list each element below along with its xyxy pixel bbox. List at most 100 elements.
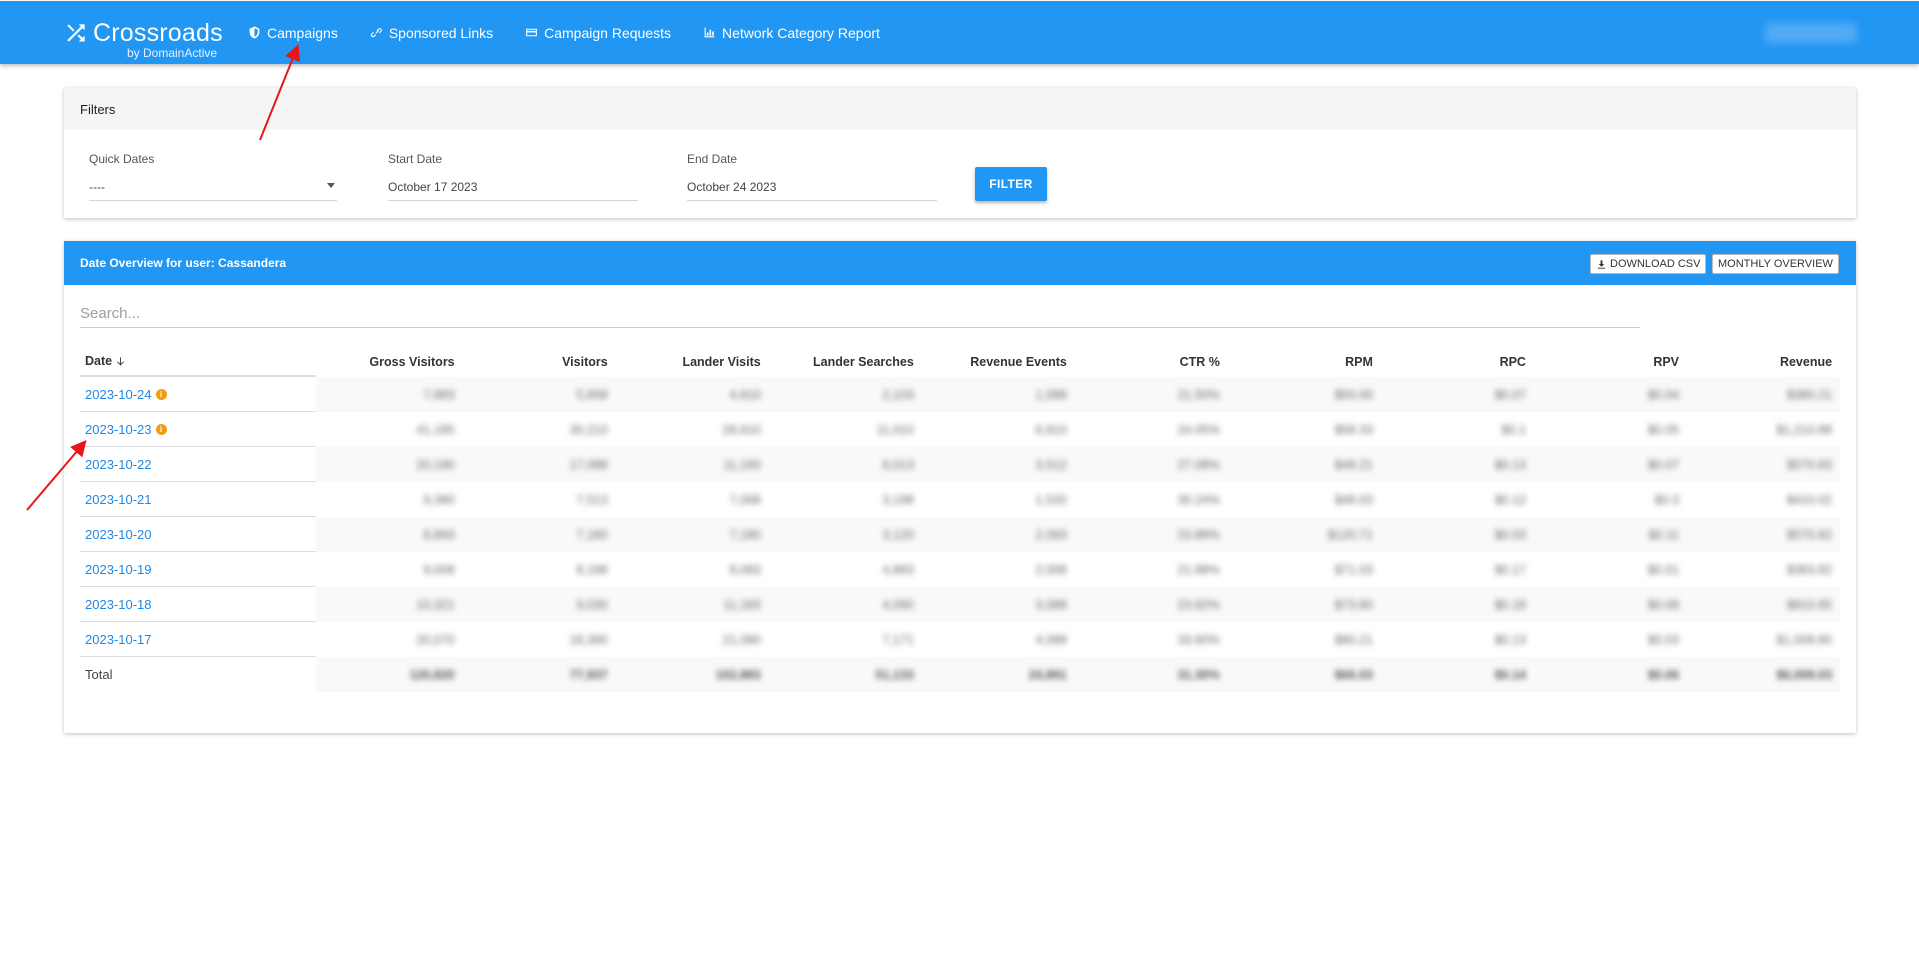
table-row: 2023-10-19 9,008 8,198 8,083 4,883 2,008 21.88… [80, 552, 1840, 587]
metric-cell: 23.88% [1074, 517, 1228, 552]
metric-cell: $0.07 [1380, 377, 1534, 412]
date-link[interactable]: 2023-10-20 [85, 527, 152, 542]
nav-campaigns[interactable]: Campaigns [248, 25, 338, 41]
metric-value: 27.08% [1177, 457, 1220, 472]
info-icon[interactable]: i [155, 388, 167, 400]
metric-value: 21.50% [1177, 387, 1220, 402]
metric-value: $0.07 [1647, 457, 1680, 472]
date-link[interactable]: 2023-10-18 [85, 597, 152, 612]
date-link[interactable]: 2023-10-22 [85, 457, 152, 472]
column-header[interactable]: Date [80, 347, 317, 377]
metric-value: 31.30% [1177, 667, 1220, 682]
metric-value: 77,937 [569, 667, 608, 682]
metric-cell: 9,008 [316, 552, 462, 587]
end-date-input[interactable]: October 24 2023 [687, 180, 937, 201]
date-link[interactable]: 2023-10-23 [85, 422, 152, 437]
date-link[interactable]: 2023-10-19 [85, 562, 152, 577]
nav-sponsored-links-label: Sponsored Links [388, 24, 494, 41]
nav-campaigns-label: Campaigns [267, 24, 338, 41]
metric-cell: 3,512 [921, 447, 1075, 482]
metric-cell: 20,190 [316, 447, 463, 482]
column-header[interactable]: RPC [1381, 347, 1534, 377]
metric-value: 33.60% [1177, 632, 1220, 647]
date-link[interactable]: 2023-10-17 [85, 632, 152, 647]
metric-value: 7,180 [576, 527, 608, 542]
metric-value: 24,891 [1028, 667, 1067, 682]
caret-down-icon [327, 183, 335, 188]
metric-value: $0.13 [1494, 632, 1526, 647]
nav-sponsored-links[interactable]: Sponsored Links [370, 25, 493, 41]
metric-cell: 3,088 [921, 587, 1075, 622]
metric-value: 51,133 [875, 667, 914, 682]
metric-cell: $380.21 [1687, 377, 1841, 412]
metric-value: $0.14 [1494, 667, 1526, 682]
column-header[interactable]: Revenue Events [922, 347, 1075, 377]
column-header[interactable]: Gross Visitors [316, 347, 462, 377]
metric-value: 9,380 [423, 492, 455, 507]
column-header[interactable]: RPM [1228, 347, 1381, 377]
metric-cell: 23.82% [1074, 587, 1228, 622]
start-date-input[interactable]: October 17 2023 [388, 180, 638, 201]
metric-cell: $0.14 [1380, 657, 1534, 692]
metric-value: $73.80 [1334, 597, 1373, 612]
metric-cell: 27.08% [1074, 447, 1228, 482]
metric-cell: $0.13 [1381, 622, 1534, 657]
info-icon[interactable]: i [155, 423, 167, 435]
metric-cell: $0.1 [1381, 412, 1534, 447]
metric-value: 6,910 [1035, 422, 1067, 437]
column-header[interactable]: Lander Searches [769, 347, 922, 377]
column-header[interactable]: Lander Visits [616, 347, 769, 377]
metric-value: 30.24% [1177, 492, 1220, 507]
metric-value: 11,183 [723, 457, 761, 472]
metric-cell: $0.07 [1533, 447, 1688, 482]
metric-cell: 8,893 [316, 517, 463, 552]
metric-value: $0.01 [1647, 562, 1680, 577]
search-input[interactable] [80, 299, 1640, 328]
shield-icon [249, 26, 260, 39]
metric-value: 1,088 [1035, 387, 1067, 402]
column-header-label: Gross Visitors [369, 355, 455, 369]
metric-cell: 41,185 [316, 412, 462, 447]
monthly-overview-button[interactable]: MONTHLY OVERVIEW [1712, 254, 1839, 274]
metric-value: 41,185 [416, 422, 455, 437]
metric-cell: 3,198 [769, 482, 922, 517]
download-csv-button[interactable]: DOWNLOAD CSV [1590, 254, 1707, 274]
metric-cell: 21.50% [1074, 377, 1228, 412]
column-header[interactable]: CTR % [1075, 347, 1228, 377]
date-cell: 2023-10-24 i [80, 377, 317, 412]
metric-cell: 33.60% [1075, 622, 1228, 657]
metric-cell: $0.06 [1533, 657, 1688, 692]
user-menu[interactable] [1765, 23, 1857, 43]
metric-value: 1,520 [1035, 492, 1067, 507]
metric-value: $0.17 [1494, 562, 1526, 577]
metric-cell: $0.04 [1533, 377, 1688, 412]
metric-cell: $0.12 [1381, 482, 1534, 517]
metric-value: $71.03 [1334, 562, 1373, 577]
brand-logo[interactable]: Crossroads by DomainActive [63, 19, 223, 60]
quick-dates-select[interactable]: ---- [89, 180, 337, 201]
column-header[interactable]: Visitors [463, 347, 616, 377]
metric-value: $0.3 [1654, 492, 1680, 507]
nav-campaign-requests[interactable]: Campaign Requests [525, 25, 671, 41]
brand-name: Crossroads [93, 19, 223, 47]
date-link[interactable]: 2023-10-24 [85, 387, 152, 402]
metric-cell: 7,068 [616, 482, 769, 517]
metric-cell: 28,910 [616, 412, 769, 447]
filter-button[interactable]: FILTER [975, 167, 1047, 201]
metric-value: 3,120 [882, 527, 914, 542]
metric-value: 3,198 [882, 492, 914, 507]
nav-network-category-report[interactable]: Network Category Report [703, 25, 880, 41]
metric-value: 20,070 [416, 632, 455, 647]
date-overview-panel: Date Overview for user: Cassandera DOWNL… [64, 241, 1856, 733]
table-header: Date Gross Visitors Visitors Lander Visits L… [80, 347, 1840, 377]
column-header[interactable]: Revenue [1687, 347, 1840, 377]
date-link[interactable]: 2023-10-21 [85, 492, 152, 507]
metric-value: 120,820 [409, 667, 455, 682]
metric-value: 8,893 [423, 527, 455, 542]
brand-subtitle: by DomainActive [127, 46, 218, 60]
metric-value: $48.21 [1334, 457, 1373, 472]
total-label: Total [85, 667, 113, 682]
column-header[interactable]: RPV [1534, 347, 1687, 377]
shuffle-icon [67, 24, 85, 42]
metric-value: 7,883 [423, 387, 455, 402]
